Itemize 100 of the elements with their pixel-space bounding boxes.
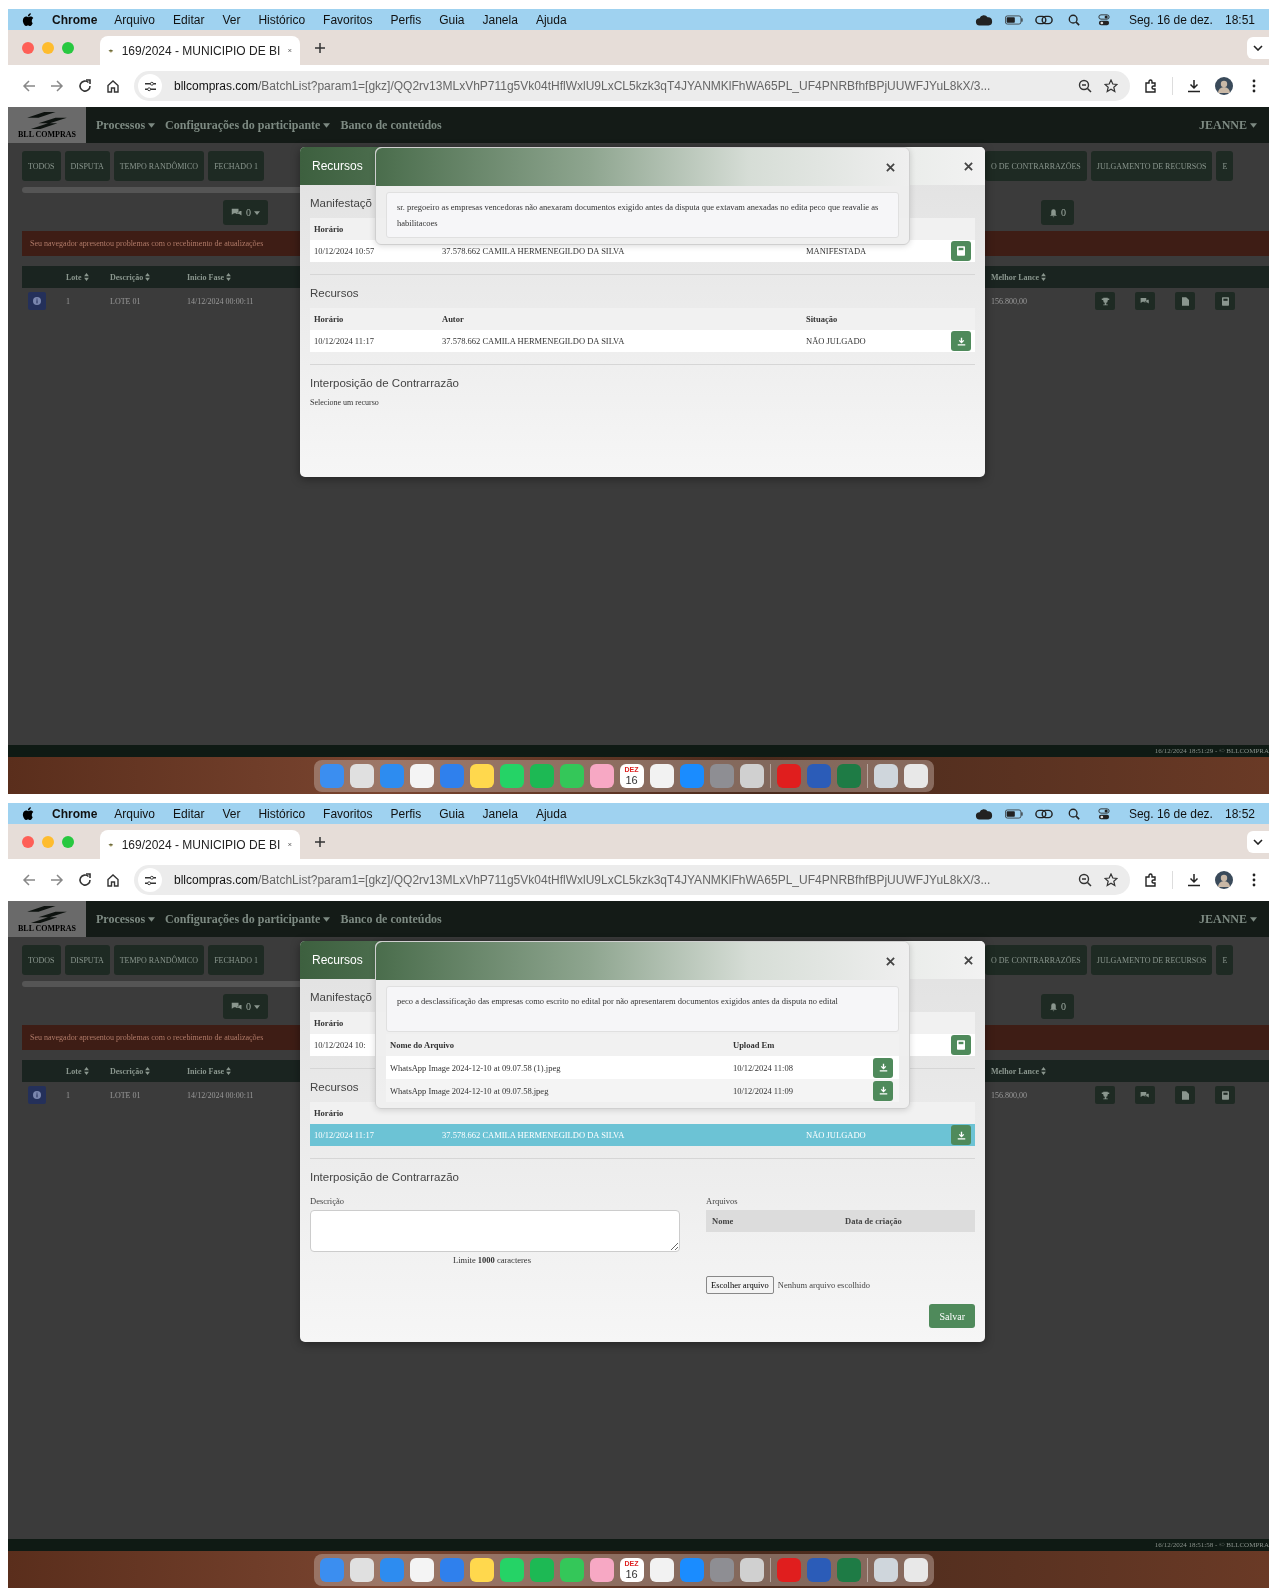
nav-menu-item[interactable]: Banco de conteúdos <box>340 117 442 133</box>
sort-icon[interactable] <box>226 1067 232 1075</box>
avatar-icon[interactable] <box>1215 871 1233 889</box>
back-icon[interactable] <box>22 873 36 887</box>
app-icon[interactable] <box>499 1557 524 1582</box>
star-icon[interactable] <box>1104 873 1118 887</box>
home-icon[interactable] <box>106 79 120 93</box>
download-button[interactable] <box>951 331 971 351</box>
form-button[interactable] <box>1215 292 1235 310</box>
app-icon[interactable] <box>559 763 584 788</box>
column-header[interactable]: Descrição <box>110 272 144 282</box>
menu-time[interactable]: 18:51 <box>1224 12 1255 27</box>
menu-item[interactable]: Arquivo <box>114 806 156 821</box>
link-icon[interactable] <box>1034 807 1053 820</box>
menu-item[interactable]: Favoritos <box>323 12 373 27</box>
sort-icon[interactable] <box>145 1067 151 1075</box>
nav-menu-item[interactable]: Processos <box>96 117 156 133</box>
battery-icon[interactable] <box>1004 807 1023 820</box>
chat-button[interactable]: 0 <box>223 994 268 1019</box>
phase-tab[interactable]: E <box>1216 945 1234 975</box>
phase-tab[interactable]: DISPUTA <box>64 151 110 181</box>
chat-button[interactable] <box>1135 292 1155 310</box>
app-icon[interactable] <box>499 763 524 788</box>
app-icon[interactable] <box>649 763 674 788</box>
link-icon[interactable] <box>1034 13 1053 26</box>
battery-icon[interactable] <box>1004 13 1023 26</box>
forward-icon[interactable] <box>50 79 64 93</box>
app-icon[interactable] <box>739 763 764 788</box>
app-icon[interactable] <box>349 1557 374 1582</box>
menu-item[interactable]: Editar <box>173 12 205 27</box>
document-button[interactable] <box>1175 1086 1195 1104</box>
phase-tab[interactable]: TODOS <box>22 151 61 181</box>
apple-icon[interactable] <box>22 12 34 27</box>
app-menu[interactable]: Chrome <box>52 12 98 27</box>
browser-tab[interactable]: 169/2024 - MUNICIPIO DE BI <box>100 830 300 859</box>
zoom-icon[interactable] <box>1078 873 1092 887</box>
app-icon[interactable] <box>409 1557 434 1582</box>
user-menu[interactable]: JEANNE <box>1199 911 1257 927</box>
description-field[interactable] <box>310 1210 680 1252</box>
plus-icon[interactable] <box>314 835 326 848</box>
sort-icon[interactable] <box>1041 273 1047 281</box>
phase-tab[interactable]: FECHADO 1 <box>208 945 264 975</box>
trophy-button[interactable] <box>1095 1086 1115 1104</box>
menu-item[interactable]: Janela <box>482 12 518 27</box>
home-icon[interactable] <box>106 873 120 887</box>
form-button[interactable] <box>951 241 971 261</box>
site-info-button[interactable] <box>138 868 162 892</box>
close-icon[interactable] <box>964 161 973 171</box>
phase-tab[interactable]: JULGAMENTO DE RECURSOS <box>1090 945 1213 975</box>
column-header[interactable]: Melhor Lance <box>991 272 1040 282</box>
sort-icon[interactable] <box>83 273 89 281</box>
app-icon[interactable] <box>469 1557 494 1582</box>
sort-icon[interactable] <box>1041 1067 1047 1075</box>
column-header[interactable]: Lote <box>66 272 82 282</box>
puzzle-icon[interactable] <box>1144 79 1158 93</box>
form-button[interactable] <box>951 1035 971 1055</box>
menu-item[interactable]: Ajuda <box>535 806 567 821</box>
column-header[interactable]: Descrição <box>110 1066 144 1076</box>
chat-button[interactable] <box>1135 1086 1155 1104</box>
phase-tab[interactable]: O DE CONTRARRAZÕES <box>985 151 1087 181</box>
app-icon[interactable] <box>649 1557 674 1582</box>
column-header[interactable]: Inicio Fase <box>187 272 225 282</box>
close-icon[interactable] <box>886 956 895 966</box>
nav-menu-item[interactable]: Processos <box>96 911 156 927</box>
site-info-button[interactable] <box>138 74 162 98</box>
menu-item[interactable]: Arquivo <box>114 12 156 27</box>
apple-icon[interactable] <box>22 806 34 821</box>
menu-item[interactable]: Favoritos <box>323 806 373 821</box>
app-icon[interactable] <box>589 1557 614 1582</box>
menu-item[interactable]: Ver <box>222 12 241 27</box>
phase-tab[interactable]: DISPUTA <box>64 945 110 975</box>
download-icon[interactable] <box>1187 79 1201 93</box>
browser-tab[interactable]: 169/2024 - MUNICIPIO DE BI <box>100 36 300 65</box>
document-button[interactable] <box>1175 292 1195 310</box>
notifications-button[interactable]: 0 <box>1041 994 1074 1019</box>
menu-date[interactable]: Seg. 16 de dez. <box>1128 12 1213 27</box>
nav-menu-item[interactable]: Configurações do participante <box>165 911 331 927</box>
menu-item[interactable]: Histórico <box>258 12 306 27</box>
phase-tab[interactable]: E <box>1216 151 1234 181</box>
download-button[interactable] <box>873 1080 893 1101</box>
message-field[interactable]: sr. pregoeiro as empresas vencedoras não anexaram documentos exigido antes da disputa que extavam anexadas no edita peco que reavalie as habilitacoes <box>386 192 899 238</box>
nav-menu-item[interactable]: Banco de conteúdos <box>340 911 442 927</box>
table-row[interactable]: 10/12/2024 11:17 37.578.662 CAMILA HERMENEGILDO DA SILVA NÃO JULGADO <box>310 330 975 352</box>
menu-item[interactable]: Perfis <box>390 12 422 27</box>
phase-tab[interactable]: TEMPO RANDÔMICO <box>113 945 205 975</box>
app-icon[interactable] <box>739 1557 764 1582</box>
trophy-button[interactable] <box>1095 292 1115 310</box>
app-icon[interactable] <box>589 763 614 788</box>
app-icon[interactable] <box>409 763 434 788</box>
cloud-icon[interactable] <box>974 807 993 820</box>
phase-tab[interactable]: TEMPO RANDÔMICO <box>113 151 205 181</box>
download-button[interactable] <box>873 1057 893 1078</box>
menu-item[interactable]: Guia <box>439 12 465 27</box>
phase-tab[interactable]: O DE CONTRARRAZÕES <box>985 945 1087 975</box>
column-header[interactable]: Lote <box>66 1066 82 1076</box>
close-icon[interactable] <box>964 955 973 965</box>
sort-icon[interactable] <box>83 1067 89 1075</box>
menu-date[interactable]: Seg. 16 de dez. <box>1128 806 1213 821</box>
menu-item[interactable]: Guia <box>439 806 465 821</box>
close-window-icon[interactable] <box>22 41 34 54</box>
